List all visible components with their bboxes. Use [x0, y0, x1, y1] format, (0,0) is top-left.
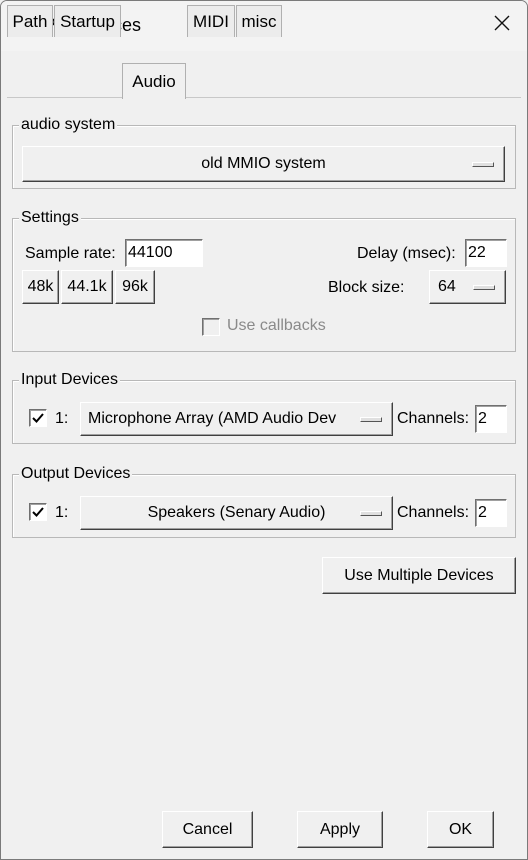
audio-system-group: audio system old MMIO system — [12, 116, 516, 189]
menu-indicator-icon — [472, 162, 494, 167]
input-device-name: Microphone Array (AMD Audio Dev — [88, 410, 337, 427]
button-label: Cancel — [182, 820, 233, 838]
tab-panel-border — [7, 97, 521, 98]
ok-button[interactable]: OK — [427, 811, 494, 848]
apply-button[interactable]: Apply — [297, 811, 383, 848]
tab-misc[interactable]: misc — [236, 5, 282, 37]
output-channels-input[interactable]: 2 — [475, 499, 507, 527]
output-device-checkbox[interactable] — [29, 503, 47, 521]
use-callbacks-checkbox[interactable] — [202, 318, 220, 336]
button-label: Use Multiple Devices — [344, 566, 494, 584]
rate-44k-button[interactable]: 44.1k — [61, 270, 113, 304]
input-device-index: 1: — [55, 410, 69, 427]
input-device-menu[interactable]: Microphone Array (AMD Audio Dev — [80, 402, 393, 436]
cancel-button[interactable]: Cancel — [162, 811, 253, 848]
tab-midi[interactable]: MIDI — [187, 5, 235, 37]
input-devices-legend: Input Devices — [19, 371, 120, 389]
delay-label: Delay (msec): — [357, 245, 456, 262]
block-size-label: Block size: — [328, 279, 405, 296]
menu-indicator-icon — [360, 417, 382, 422]
menu-indicator-icon — [360, 511, 382, 516]
block-size-value: 64 — [438, 278, 456, 295]
input-channels-label: Channels: — [397, 410, 470, 427]
rate-48k-button[interactable]: 48k — [22, 270, 59, 304]
input-channels-input[interactable]: 2 — [475, 405, 507, 433]
menu-indicator-icon — [473, 285, 495, 290]
button-label: 48k — [27, 278, 54, 295]
settings-group: Settings Sample rate: 44100 48k 44.1k 96… — [12, 209, 516, 352]
close-button[interactable] — [477, 1, 527, 49]
sample-rate-label: Sample rate: — [25, 245, 116, 262]
sample-rate-input[interactable]: 44100 — [125, 239, 203, 267]
audio-system-legend: audio system — [19, 116, 118, 134]
input-devices-group: Input Devices 1: Microphone Array (AMD A… — [12, 371, 516, 444]
block-size-menu[interactable]: 64 — [429, 270, 506, 304]
check-icon — [32, 413, 44, 423]
use-multiple-devices-button[interactable]: Use Multiple Devices — [322, 557, 516, 594]
button-label: 96k — [122, 278, 148, 295]
preferences-window: Pd Preferences Path Startup Audio MIDI m… — [0, 0, 528, 860]
output-devices-group: Output Devices 1: Speakers (Senary Audio… — [12, 465, 516, 538]
settings-legend: Settings — [19, 209, 81, 227]
tab-startup[interactable]: Startup — [54, 5, 121, 37]
output-device-menu[interactable]: Speakers (Senary Audio) — [80, 496, 393, 530]
input-device-checkbox[interactable] — [29, 409, 47, 427]
delay-input[interactable]: 22 — [465, 239, 507, 267]
tab-label: misc — [241, 11, 277, 31]
audio-system-value: old MMIO system — [201, 155, 326, 172]
button-label: OK — [448, 820, 473, 838]
rate-96k-button[interactable]: 96k — [115, 270, 155, 304]
audio-system-menu[interactable]: old MMIO system — [22, 146, 505, 182]
close-icon — [494, 15, 510, 36]
tab-path[interactable]: Path — [7, 5, 53, 37]
button-label: 44.1k — [67, 278, 107, 295]
output-channels-label: Channels: — [397, 504, 470, 521]
output-device-index: 1: — [55, 504, 69, 521]
check-icon — [32, 507, 44, 517]
output-devices-legend: Output Devices — [19, 465, 133, 483]
tab-label: Startup — [60, 11, 115, 31]
button-label: Apply — [319, 820, 361, 838]
use-callbacks-label: Use callbacks — [227, 317, 326, 334]
tab-label: MIDI — [193, 11, 229, 31]
tab-label: Audio — [132, 71, 176, 91]
tab-label: Path — [12, 11, 48, 31]
output-device-name: Speakers (Senary Audio) — [147, 504, 326, 521]
tab-audio[interactable]: Audio — [122, 63, 186, 99]
